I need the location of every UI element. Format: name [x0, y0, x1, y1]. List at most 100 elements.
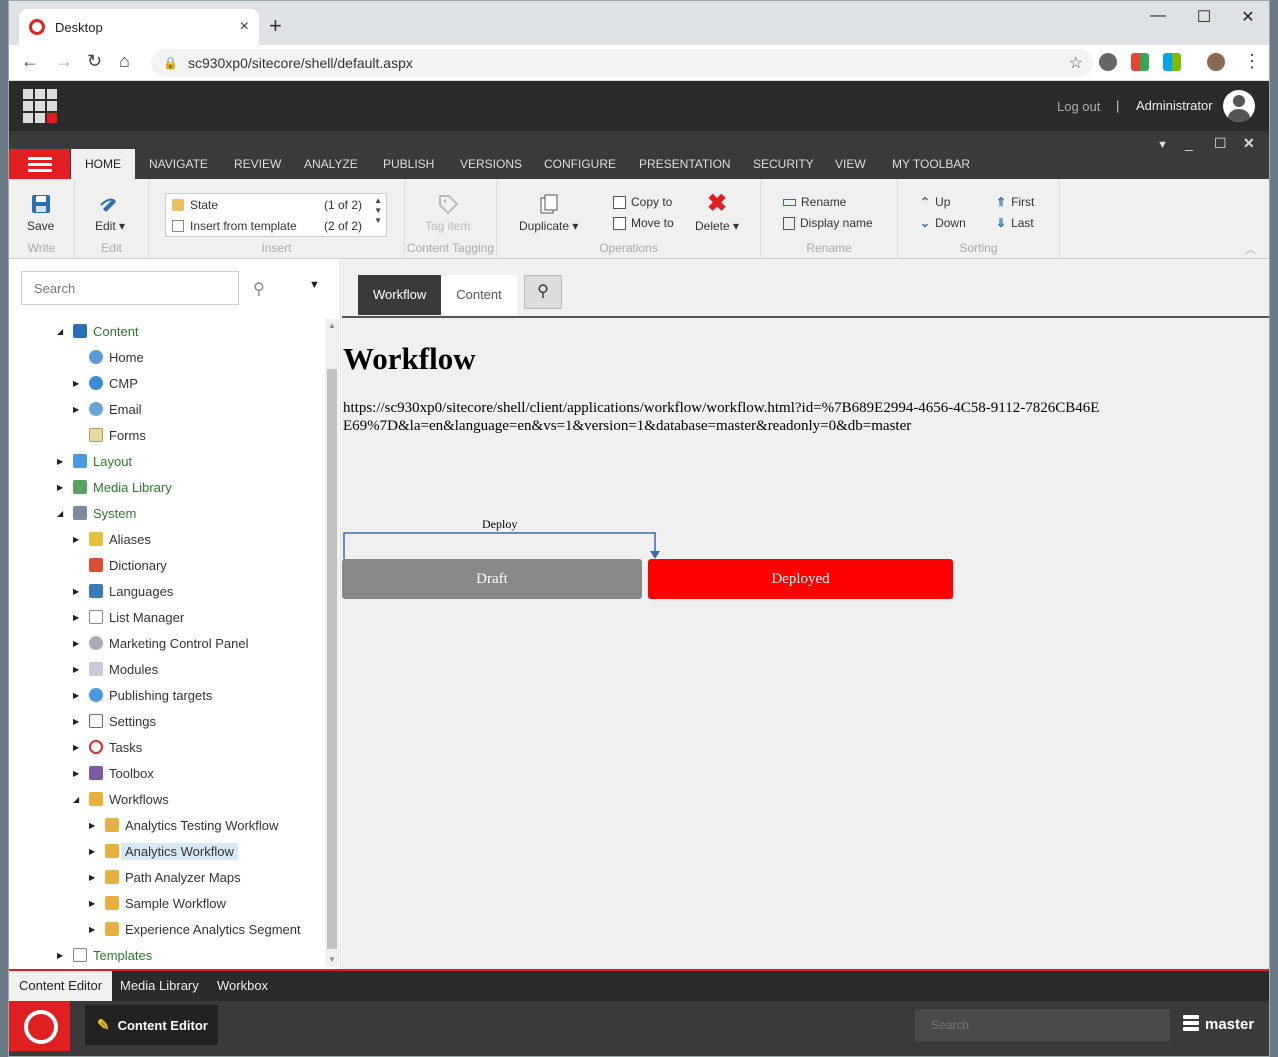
ribbon-maximize-icon[interactable]: ☐	[1214, 135, 1227, 152]
insert-options-list[interactable]: State (1 of 2) Insert from template (2 o…	[165, 193, 387, 237]
tab-configure[interactable]: CONFIGURE	[530, 149, 630, 179]
home-icon[interactable]: ⌂	[119, 51, 130, 72]
rename-button[interactable]: Rename	[783, 195, 846, 209]
display-name-button[interactable]: Display name	[783, 216, 873, 230]
tree-node-path-analyzer-maps[interactable]: ▶ Path Analyzer Maps	[89, 867, 241, 887]
search-dropdown-icon[interactable]: ▼	[309, 279, 320, 291]
back-icon[interactable]: ←	[21, 51, 39, 72]
move-to-button[interactable]: Move to	[613, 216, 674, 230]
profile-icon[interactable]	[1207, 53, 1225, 71]
tree-node-toolbox[interactable]: ▶ Toolbox	[73, 763, 154, 783]
browser-tab[interactable]: Desktop ×	[19, 9, 259, 45]
avatar[interactable]	[1223, 90, 1255, 122]
down-button[interactable]: ⌄ Down	[920, 216, 966, 230]
tree-node-dictionary[interactable]: Dictionary	[73, 555, 167, 575]
tab-content[interactable]: Content	[441, 275, 517, 315]
insert-template-option[interactable]: Insert from template (2 of 2)	[166, 215, 386, 236]
state-draft[interactable]: Draft	[342, 559, 642, 599]
sitecore-start-icon[interactable]	[9, 1001, 70, 1051]
first-button[interactable]: ⇑ First	[996, 195, 1034, 209]
state-deployed[interactable]: Deployed	[648, 559, 953, 599]
tab-versions[interactable]: VERSIONS	[446, 149, 536, 179]
tab-publish[interactable]: PUBLISH	[369, 149, 448, 179]
tree-node-email[interactable]: ▶ Email	[73, 399, 142, 419]
duplicate-button[interactable]: Duplicate ▾	[519, 193, 578, 233]
tab-analyze[interactable]: ANALYZE	[290, 149, 372, 179]
google-extension-icon[interactable]	[1131, 53, 1149, 71]
bookmark-star-icon[interactable]: ☆	[1069, 53, 1083, 73]
tree-node-list-manager[interactable]: ▶ List Manager	[73, 607, 184, 627]
extension-icon[interactable]	[1099, 53, 1117, 71]
editor-search-icon[interactable]: ⚲	[524, 275, 562, 309]
tag-item-button[interactable]: Tag item	[425, 193, 470, 233]
tab-home[interactable]: HOME	[71, 149, 135, 179]
tree-node-settings[interactable]: ▶ Settings	[73, 711, 156, 731]
scrollbar-thumb[interactable]	[327, 369, 337, 949]
scroll-down-icon[interactable]: ▼	[328, 955, 336, 964]
minimize-button[interactable]: —	[1135, 7, 1181, 25]
tree-node-tasks[interactable]: ▶ Tasks	[73, 737, 142, 757]
copy-to-button[interactable]: Copy to	[613, 195, 672, 209]
tree-node-layout[interactable]: ▶ Layout	[57, 451, 132, 471]
tree-node-media-library[interactable]: ▶ Media Library	[57, 477, 172, 497]
delete-button[interactable]: ✖ Delete ▾	[695, 192, 739, 234]
tree-node-aliases[interactable]: ▶ Aliases	[73, 529, 151, 549]
logout-link[interactable]: Log out	[1057, 99, 1100, 114]
save-button[interactable]: Save	[27, 193, 54, 233]
bottom-tab-media-library[interactable]: Media Library	[110, 971, 209, 1001]
up-button[interactable]: ⌃ Up	[920, 195, 950, 209]
insert-scroll-arrows-icon[interactable]: ▲ ▼ ▼	[374, 196, 382, 226]
last-button[interactable]: ⇓ Last	[996, 216, 1034, 230]
taskbar-search-input[interactable]	[915, 1009, 1170, 1041]
workflow-heading: Workflow	[343, 341, 476, 376]
tab-presentation[interactable]: PRESENTATION	[625, 149, 745, 179]
new-tab-button[interactable]: +	[269, 13, 282, 39]
tree-node-content[interactable]: ◢ Content	[57, 321, 139, 341]
close-window-button[interactable]: ✕	[1225, 7, 1269, 27]
tab-my-toolbar[interactable]: MY TOOLBAR	[878, 149, 984, 179]
url-field[interactable]: 🔒 sc930xp0/sitecore/shell/default.aspx ☆	[151, 49, 1093, 77]
tree-node-home[interactable]: Home	[73, 347, 144, 367]
tree-search-input[interactable]	[21, 271, 239, 305]
forward-icon[interactable]: →	[55, 51, 73, 72]
tab-workflow[interactable]: Workflow	[358, 275, 442, 315]
tree-node-forms[interactable]: Forms	[73, 425, 146, 445]
edit-label: Edit	[95, 219, 116, 233]
tree-node-sample-workflow[interactable]: ▶ Sample Workflow	[89, 893, 226, 913]
ribbon-dropdown-icon[interactable]: ▼	[1157, 139, 1168, 151]
bottom-tab-workbox[interactable]: Workbox	[207, 971, 278, 1001]
tree-node-analytics-workflow[interactable]: ▶ Analytics Workflow	[89, 841, 238, 861]
tree-scrollbar[interactable]: ▲ ▼	[325, 319, 339, 967]
menu-dots-icon[interactable]: ⋮	[1243, 51, 1261, 72]
reload-icon[interactable]: ↻	[87, 51, 102, 72]
windows-extension-icon[interactable]	[1163, 53, 1181, 71]
tab-view[interactable]: VIEW	[821, 149, 880, 179]
bottom-tab-content-editor[interactable]: Content Editor	[9, 971, 113, 1001]
maximize-button[interactable]: ☐	[1181, 7, 1227, 27]
scroll-up-icon[interactable]: ▲	[328, 321, 336, 330]
launchpad-grid-icon[interactable]	[23, 89, 57, 123]
database-selector[interactable]: master	[1183, 1015, 1254, 1033]
search-icon[interactable]: ⚲	[253, 279, 265, 299]
tree-node-workflows[interactable]: ◢ Workflows	[73, 789, 169, 809]
content-editor-app-button[interactable]: ✎ Content Editor	[85, 1005, 218, 1045]
collapse-ribbon-icon[interactable]: ︿	[1245, 241, 1256, 257]
tree-node-system[interactable]: ◢ System	[57, 503, 136, 523]
hamburger-menu-icon[interactable]	[9, 149, 70, 179]
tree-node-templates[interactable]: ▶ Templates	[57, 945, 152, 965]
tree-node-experience-analytics-segment[interactable]: ▶ Experience Analytics Segment	[89, 919, 301, 939]
tree-node-languages[interactable]: ▶ Languages	[73, 581, 173, 601]
tab-review[interactable]: REVIEW	[220, 149, 295, 179]
tree-node-cmp[interactable]: ▶ CMP	[73, 373, 138, 393]
ribbon-close-icon[interactable]: ✕	[1243, 135, 1255, 152]
edit-button[interactable]: Edit ▾	[95, 193, 125, 233]
ribbon-minimize-icon[interactable]: _	[1185, 135, 1193, 151]
tree-node-publishing-targets[interactable]: ▶ Publishing targets	[73, 685, 212, 705]
tab-security[interactable]: SECURITY	[739, 149, 828, 179]
insert-state-option[interactable]: State (1 of 2)	[166, 194, 386, 215]
tree-node-analytics-testing-workflow[interactable]: ▶ Analytics Testing Workflow	[89, 815, 278, 835]
tab-close-icon[interactable]: ×	[240, 18, 249, 36]
tab-navigate[interactable]: NAVIGATE	[135, 149, 222, 179]
tree-node-modules[interactable]: ▶ Modules	[73, 659, 158, 679]
tree-node-marketing-control-panel[interactable]: ▶ Marketing Control Panel	[73, 633, 248, 653]
